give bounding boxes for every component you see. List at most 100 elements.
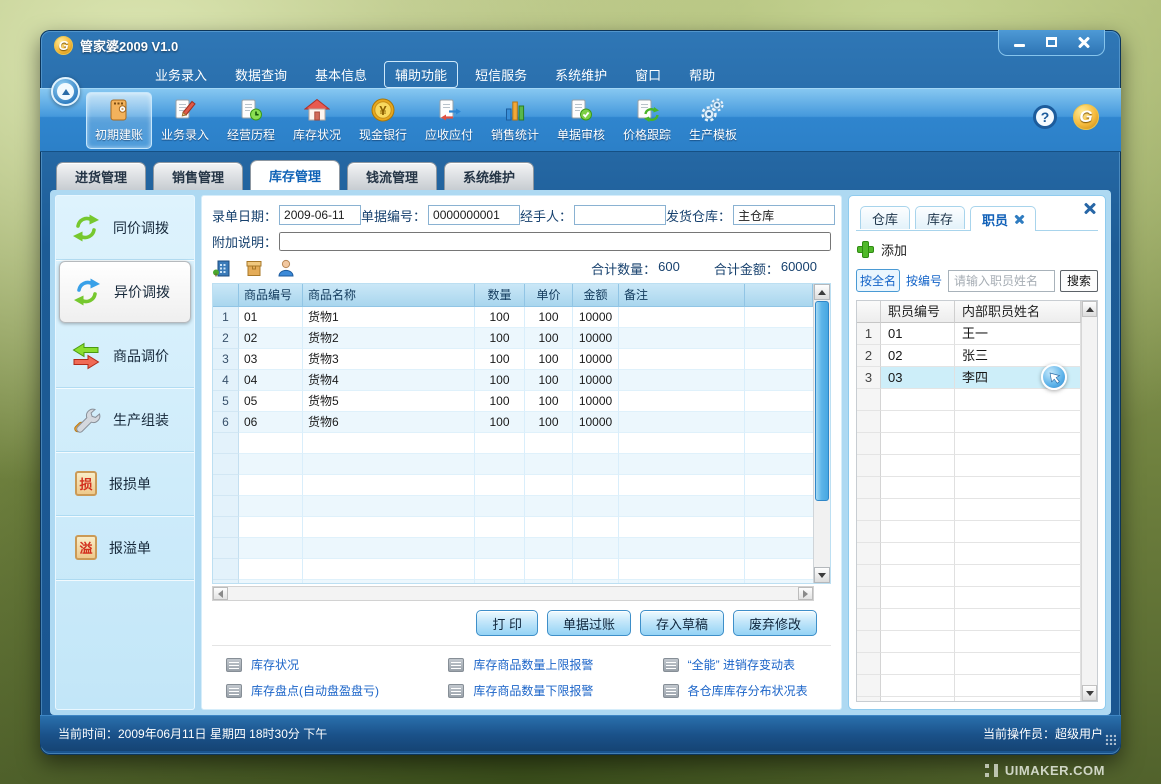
staff-row[interactable] xyxy=(857,565,1081,587)
staff-row[interactable]: 101王一 xyxy=(857,323,1081,345)
staff-row[interactable] xyxy=(857,521,1081,543)
print-button[interactable]: 打 印 xyxy=(476,610,538,636)
sidebar-item-price-adjust[interactable]: 商品调价 xyxy=(56,324,194,388)
staff-row[interactable] xyxy=(857,543,1081,565)
minimize-button[interactable] xyxy=(1006,33,1033,50)
menu-item-system-maintenance[interactable]: 系统维护 xyxy=(544,61,618,88)
toolbar-item-doc-audit[interactable]: 单据审核 xyxy=(548,92,614,149)
help-button[interactable]: ? xyxy=(1033,105,1057,129)
staff-row[interactable] xyxy=(857,499,1081,521)
staff-row[interactable] xyxy=(857,675,1081,697)
menu-item-auxiliary[interactable]: 辅助功能 xyxy=(384,61,458,88)
scroll-up-button[interactable] xyxy=(1082,301,1097,317)
sidebar-item-diff-price-transfer[interactable]: 异价调拨 xyxy=(59,261,191,323)
scroll-left-button[interactable] xyxy=(213,587,228,600)
warehouse-input[interactable] xyxy=(733,205,835,225)
table-row[interactable]: 202货物210010010000 xyxy=(213,328,813,349)
staff-row[interactable] xyxy=(857,477,1081,499)
collapse-toolbar-button[interactable] xyxy=(51,77,80,106)
staff-row[interactable] xyxy=(857,389,1081,411)
link-omni-change-report[interactable]: “全能” 进销存变动表 xyxy=(663,656,831,673)
menu-item-business-entry[interactable]: 业务录入 xyxy=(144,61,218,88)
staff-row[interactable] xyxy=(857,653,1081,675)
staff-row-selected[interactable]: 303李四 xyxy=(857,367,1081,389)
toolbar-item-cash-bank[interactable]: ¥ 现金银行 xyxy=(350,92,416,149)
items-table-hscrollbar[interactable] xyxy=(212,586,814,601)
staff-row[interactable] xyxy=(857,455,1081,477)
items-table-vscrollbar[interactable] xyxy=(813,284,830,583)
scroll-right-button[interactable] xyxy=(798,587,813,600)
tab-warehouse[interactable]: 仓库 xyxy=(860,206,910,229)
toolbar-item-production-template[interactable]: 生产模板 xyxy=(680,92,746,149)
toolbar-item-receivable-payable[interactable]: 应收应付 xyxy=(416,92,482,149)
staff-row[interactable] xyxy=(857,411,1081,433)
toolbar-item-business-history[interactable]: 经营历程 xyxy=(218,92,284,149)
table-row[interactable] xyxy=(213,475,813,496)
resize-grip[interactable] xyxy=(1105,734,1116,745)
tab-cashflow-management[interactable]: 钱流管理 xyxy=(347,162,437,190)
tab-sales-management[interactable]: 销售管理 xyxy=(153,162,243,190)
date-input[interactable] xyxy=(279,205,361,225)
toolbar-item-business-entry[interactable]: 业务录入 xyxy=(152,92,218,149)
staff-row[interactable] xyxy=(857,587,1081,609)
table-row[interactable]: 101货物110010010000 xyxy=(213,307,813,328)
table-row[interactable]: 303货物310010010000 xyxy=(213,349,813,370)
table-row[interactable] xyxy=(213,559,813,580)
table-row[interactable] xyxy=(213,517,813,538)
tab-stock[interactable]: 库存 xyxy=(915,206,965,229)
close-button[interactable] xyxy=(1070,33,1097,50)
staff-row[interactable]: 202张三 xyxy=(857,345,1081,367)
link-warehouse-distribution[interactable]: 各仓库库存分布状况表 xyxy=(663,682,831,699)
company-icon[interactable] xyxy=(212,258,232,278)
panel-close-icon[interactable] xyxy=(1084,202,1096,214)
menu-item-basic-info[interactable]: 基本信息 xyxy=(304,61,378,88)
table-row[interactable]: 505货物510010010000 xyxy=(213,391,813,412)
toolbar-item-price-tracking[interactable]: 价格跟踪 xyxy=(614,92,680,149)
tab-purchase-management[interactable]: 进货管理 xyxy=(56,162,146,190)
person-icon[interactable] xyxy=(276,258,296,278)
menu-item-data-query[interactable]: 数据查询 xyxy=(224,61,298,88)
toolbar-item-sales-stats[interactable]: 销售统计 xyxy=(482,92,548,149)
tab-system-maintenance[interactable]: 系统维护 xyxy=(444,162,534,190)
add-row[interactable]: 添加 xyxy=(856,238,1098,269)
link-upper-limit-alert[interactable]: 库存商品数量上限报警 xyxy=(448,656,616,673)
staff-search-input[interactable] xyxy=(948,270,1055,292)
table-row[interactable] xyxy=(213,496,813,517)
scroll-up-button[interactable] xyxy=(814,284,830,300)
table-row[interactable] xyxy=(213,538,813,559)
table-row[interactable] xyxy=(213,433,813,454)
sidebar-item-same-price-transfer[interactable]: 同价调拨 xyxy=(56,196,194,260)
save-draft-button[interactable]: 存入草稿 xyxy=(640,610,724,636)
handler-input[interactable] xyxy=(574,205,666,225)
sidebar-item-overflow-report[interactable]: 溢 报溢单 xyxy=(56,516,194,580)
discard-changes-button[interactable]: 废弃修改 xyxy=(733,610,817,636)
link-stock-taking[interactable]: 库存盘点(自动盘盈盘亏) xyxy=(226,682,402,699)
filter-by-name[interactable]: 按全名 xyxy=(856,269,900,292)
tab-inventory-management[interactable]: 库存管理 xyxy=(250,160,340,190)
stock-box-icon[interactable] xyxy=(244,258,264,278)
table-row[interactable] xyxy=(213,454,813,475)
staff-row[interactable] xyxy=(857,433,1081,455)
post-document-button[interactable]: 单据过账 xyxy=(547,610,631,636)
toolbar-item-stock-status[interactable]: 库存状况 xyxy=(284,92,350,149)
staff-row[interactable] xyxy=(857,697,1081,701)
menu-item-help[interactable]: 帮助 xyxy=(678,61,726,88)
staff-table-vscrollbar[interactable] xyxy=(1081,301,1097,701)
tab-close-icon[interactable] xyxy=(1015,215,1024,224)
link-stock-status[interactable]: 库存状况 xyxy=(226,656,402,673)
staff-row[interactable] xyxy=(857,631,1081,653)
sidebar-item-assembly[interactable]: 生产组装 xyxy=(56,388,194,452)
table-row[interactable] xyxy=(213,580,813,583)
toolbar-item-initial-setup[interactable]: 初期建账 xyxy=(86,92,152,149)
table-row[interactable]: 606货物610010010000 xyxy=(213,412,813,433)
note-input[interactable] xyxy=(279,232,831,251)
maximize-button[interactable] xyxy=(1038,33,1065,50)
sidebar-item-loss-report[interactable]: 损 报损单 xyxy=(56,452,194,516)
search-button[interactable]: 搜索 xyxy=(1060,270,1098,292)
filter-by-code[interactable]: 按编号 xyxy=(905,270,943,291)
scroll-down-button[interactable] xyxy=(814,567,830,583)
link-lower-limit-alert[interactable]: 库存商品数量下限报警 xyxy=(448,682,616,699)
staff-row[interactable] xyxy=(857,609,1081,631)
menu-item-window[interactable]: 窗口 xyxy=(624,61,672,88)
vscroll-thumb[interactable] xyxy=(815,301,829,501)
